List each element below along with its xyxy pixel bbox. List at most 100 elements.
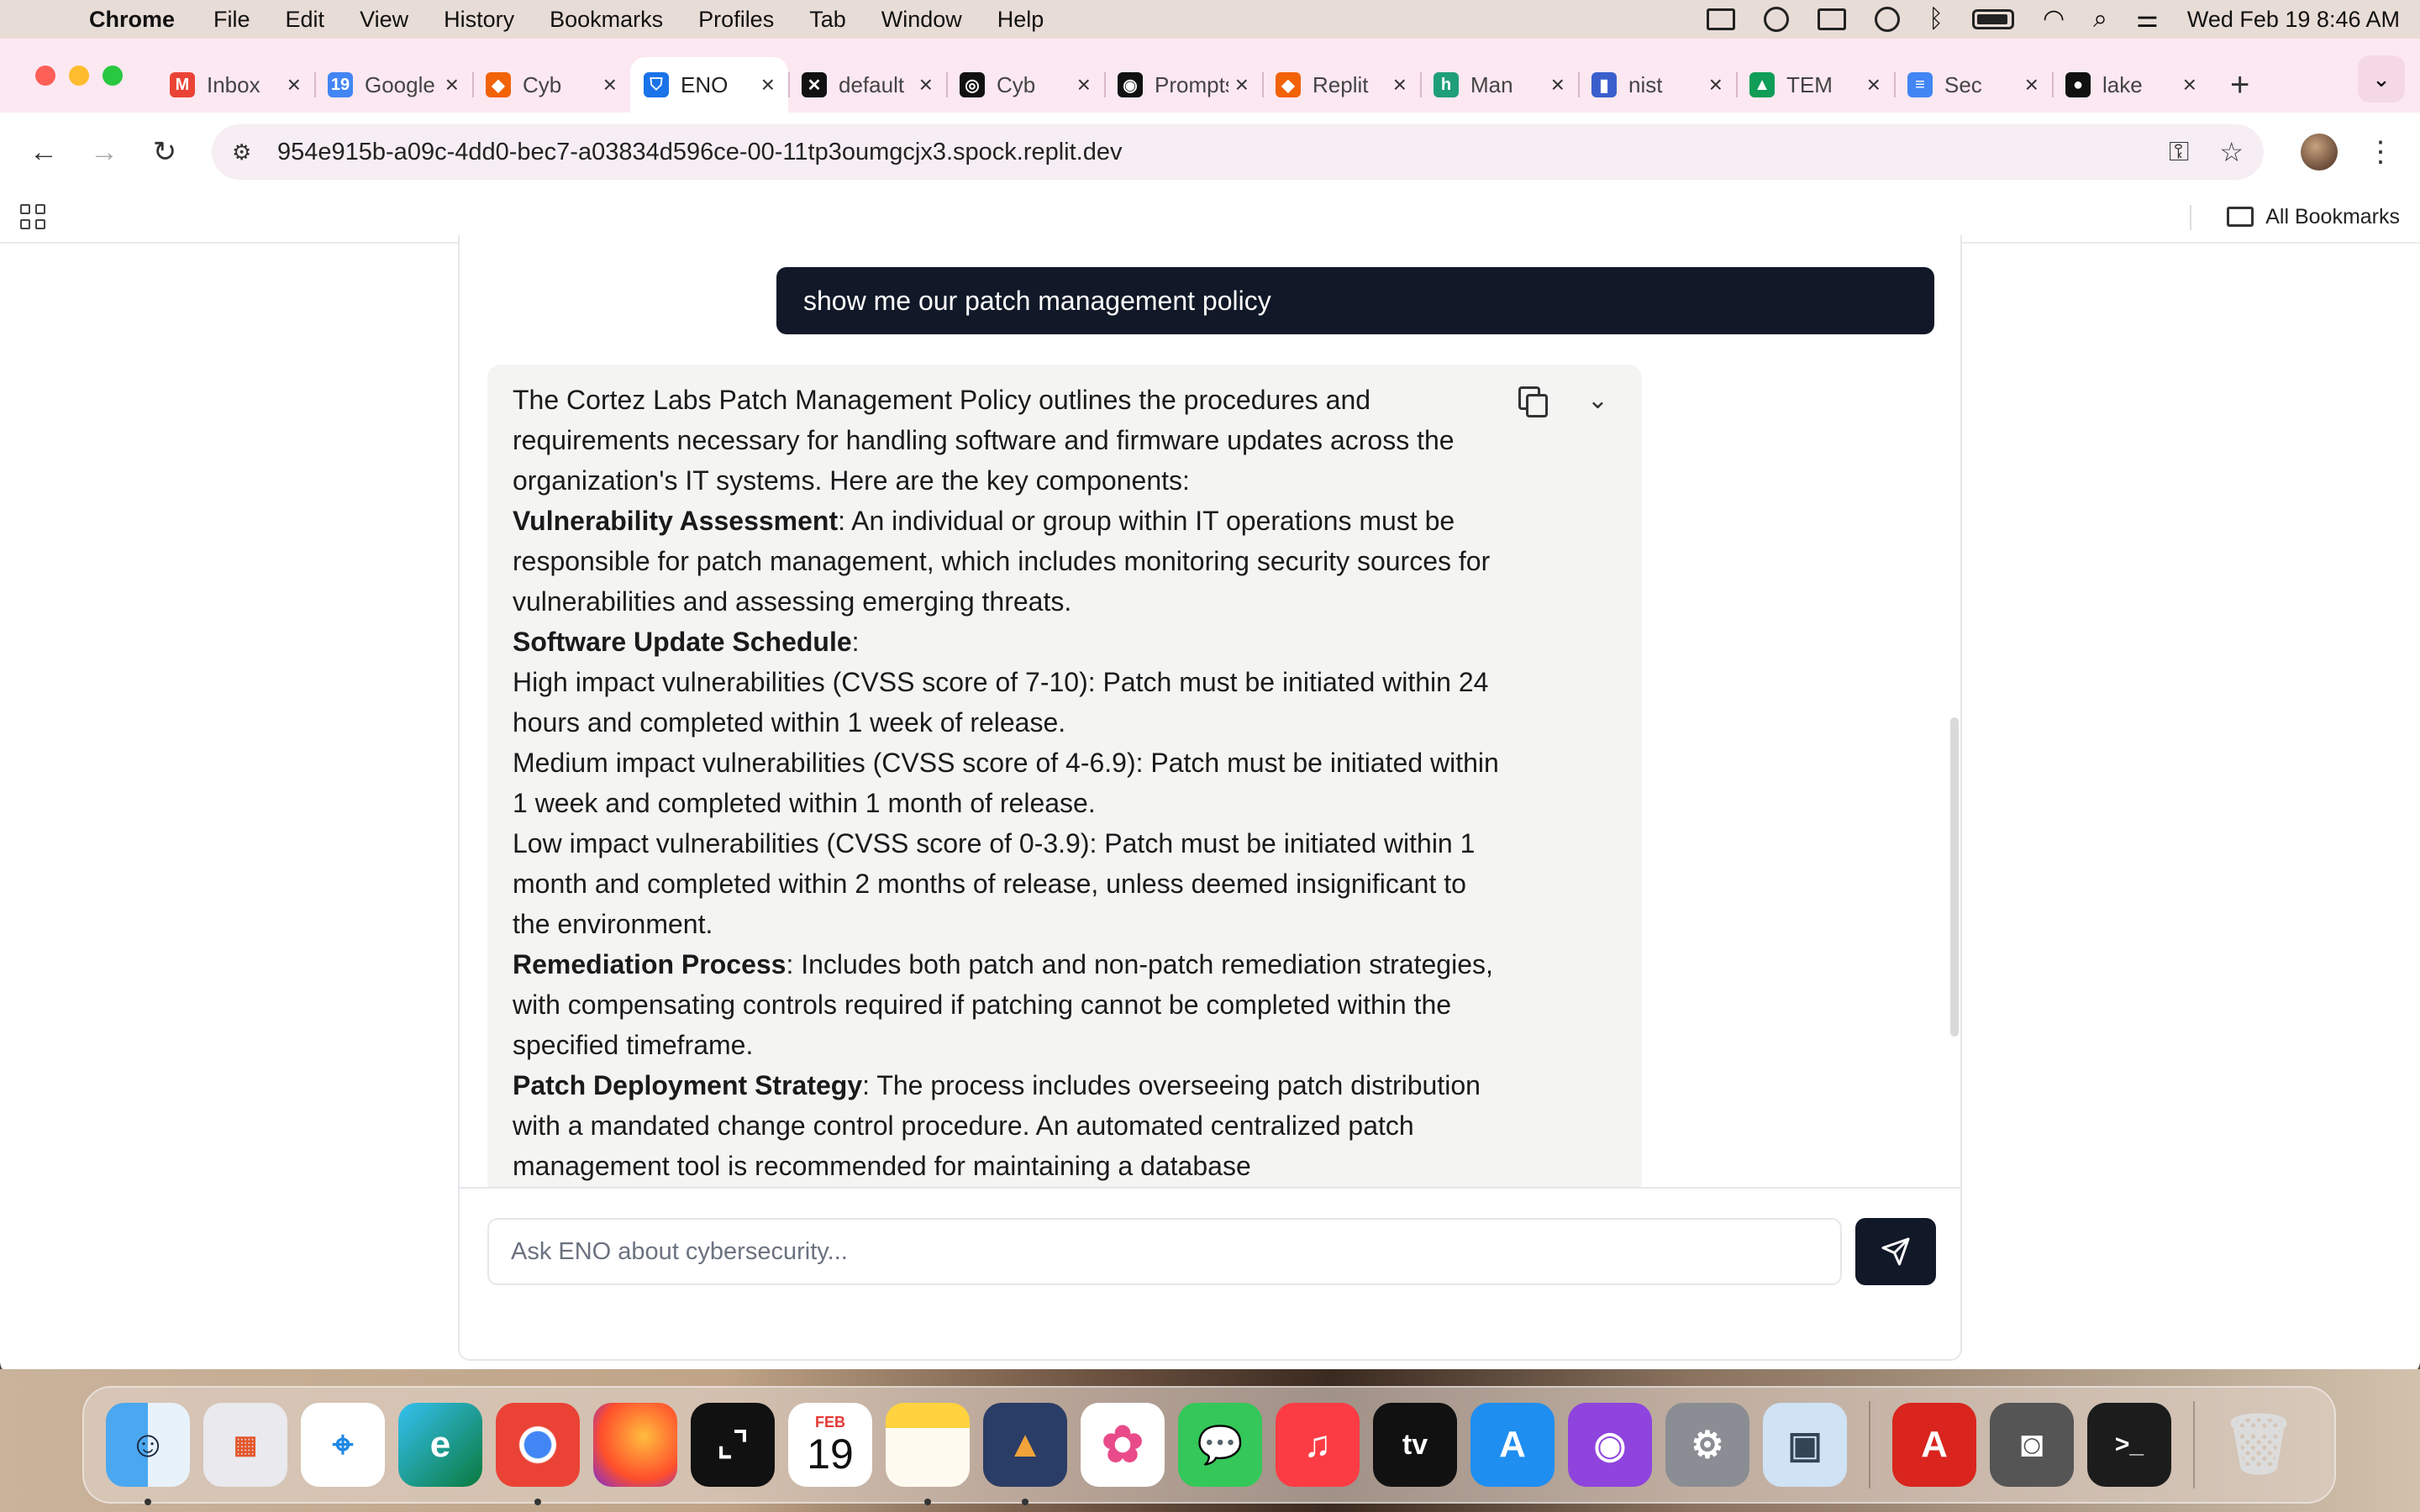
screen-mirroring-icon[interactable] — [1817, 8, 1846, 30]
accessibility-icon[interactable] — [1874, 7, 1900, 32]
browser-tab[interactable]: ⛉ ENO × — [630, 57, 788, 113]
menu-profiles[interactable]: Profiles — [698, 7, 774, 33]
tv-icon[interactable]: tv — [1373, 1403, 1457, 1487]
control-center-icon[interactable]: ⚌ — [2136, 7, 2159, 32]
tab-close-icon[interactable]: × — [603, 71, 617, 98]
tab-close-icon[interactable]: × — [1551, 71, 1565, 98]
browser-tab[interactable]: ≡ Sec × — [1894, 57, 2052, 113]
fingerprint-icon[interactable] — [1763, 7, 1789, 32]
apps-grid-icon[interactable] — [20, 204, 45, 229]
safari-icon[interactable]: ⌖ — [301, 1403, 385, 1487]
send-button[interactable] — [1855, 1218, 1936, 1285]
browser-tab[interactable]: ● lake × — [2052, 57, 2210, 113]
system-settings-icon[interactable]: ⚙ — [1665, 1403, 1749, 1487]
tab-close-icon[interactable]: × — [1235, 71, 1249, 98]
menu-history[interactable]: History — [444, 7, 514, 33]
macos-menu-bar: Chrome File Edit View History Bookmarks … — [0, 0, 2420, 39]
chrome-icon[interactable] — [496, 1403, 580, 1505]
tab-close-icon[interactable]: × — [287, 71, 301, 98]
app-store-icon[interactable]: A — [1470, 1403, 1555, 1487]
battery-icon[interactable] — [1971, 9, 2014, 29]
browser-tab[interactable]: ▲ TEM × — [1736, 57, 1894, 113]
copy-icon[interactable] — [1518, 386, 1548, 417]
tab-title: Google Calendar — [365, 71, 439, 97]
browser-tab[interactable]: ◉ Prompts × — [1104, 57, 1262, 113]
firefox-icon[interactable] — [593, 1403, 677, 1487]
menu-edit[interactable]: Edit — [286, 7, 325, 33]
low-impact-line: Low impact vulnerabilities (CVSS score o… — [513, 828, 1476, 939]
tab-close-icon[interactable]: × — [919, 71, 933, 98]
menu-bookmarks[interactable]: Bookmarks — [550, 7, 663, 33]
more-menu-icon[interactable]: ⋮ — [2366, 135, 2395, 169]
preview-icon[interactable]: ▣ — [1763, 1403, 1847, 1487]
back-button[interactable]: ← — [20, 129, 67, 176]
tab-close-icon[interactable]: × — [1709, 71, 1723, 98]
calendar-icon[interactable]: FEB 19 — [788, 1403, 872, 1487]
chevron-down-icon[interactable]: ⌄ — [1587, 386, 1608, 415]
browser-tab[interactable]: ◆ Cyb × — [472, 57, 630, 113]
spotlight-search-icon[interactable]: ⌕ — [2093, 7, 2107, 32]
photos-icon[interactable]: ✿ — [1081, 1403, 1165, 1487]
close-window-button[interactable] — [35, 66, 55, 86]
browser-tab[interactable]: M Inbox × — [156, 57, 314, 113]
menu-bar-clock[interactable]: Wed Feb 19 8:46 AM — [2187, 7, 2400, 33]
tab-search-button[interactable]: ⌄ — [2358, 55, 2405, 102]
forward-button[interactable]: → — [81, 129, 128, 176]
tailscale-icon[interactable]: ▲ — [983, 1403, 1067, 1505]
address-bar[interactable]: ⚙ 954e915b-a09c-4dd0-bec7-a03834d596ce-0… — [212, 124, 2264, 180]
edge-icon[interactable]: e — [398, 1403, 482, 1487]
browser-tab[interactable]: 19 Google Calendar× — [314, 57, 472, 113]
all-bookmarks-button[interactable]: All Bookmarks — [2227, 205, 2400, 229]
tab-close-icon[interactable]: × — [1077, 71, 1091, 98]
tab-close-icon[interactable]: × — [2025, 71, 2039, 98]
browser-tab[interactable]: h Man × — [1420, 57, 1578, 113]
display-icon[interactable] — [1706, 8, 1735, 30]
acrobat-icon[interactable]: A — [1892, 1403, 1976, 1487]
browser-tab[interactable]: ▮ nist × — [1578, 57, 1736, 113]
tab-close-icon[interactable]: × — [1867, 71, 1881, 98]
tab-close-icon[interactable]: × — [761, 71, 775, 98]
menu-help[interactable]: Help — [997, 7, 1044, 33]
tab-close-icon[interactable]: × — [1393, 71, 1407, 98]
wifi-icon[interactable]: ◠ — [2043, 7, 2065, 32]
url-text[interactable]: 954e915b-a09c-4dd0-bec7-a03834d596ce-00-… — [277, 139, 2139, 166]
image-capture-icon[interactable]: ◙ — [1990, 1403, 2074, 1487]
user-message: show me our patch management policy — [776, 267, 1934, 334]
browser-tab[interactable]: ✕ default × — [788, 57, 946, 113]
message-list[interactable]: show me our patch management policy ⌄ Th… — [460, 235, 1960, 1187]
chat-input[interactable] — [487, 1218, 1842, 1285]
screenshot-icon[interactable]: ⌞⌝ — [691, 1403, 775, 1487]
tab-title: nist — [1628, 71, 1663, 97]
tab-favicon-icon: 19 — [328, 72, 353, 97]
password-key-icon[interactable]: ⚿ — [2169, 136, 2189, 168]
minimize-window-button[interactable] — [69, 66, 89, 86]
messages-icon[interactable]: 💬 — [1178, 1403, 1262, 1487]
launchpad-icon[interactable]: ▦ — [203, 1403, 287, 1487]
music-icon[interactable]: ♫ — [1276, 1403, 1360, 1487]
podcasts-icon[interactable]: ◉ — [1568, 1403, 1652, 1487]
zoom-window-button[interactable] — [103, 66, 123, 86]
menu-app-name[interactable]: Chrome — [89, 7, 175, 33]
menu-view[interactable]: View — [360, 7, 408, 33]
profile-avatar[interactable] — [2301, 134, 2338, 171]
bookmark-star-icon[interactable]: ☆ — [2219, 136, 2244, 168]
browser-tab[interactable]: ◎ Cyb × — [946, 57, 1104, 113]
site-info-icon[interactable]: ⚙ — [232, 139, 266, 165]
section-body: : — [851, 627, 860, 657]
tab-close-icon[interactable]: × — [445, 71, 459, 98]
reload-button[interactable]: ↻ — [141, 129, 188, 176]
menu-file[interactable]: File — [213, 7, 250, 33]
new-tab-button[interactable]: + — [2230, 66, 2249, 104]
high-impact-line: High impact vulnerabilities (CVSS score … — [513, 667, 1489, 738]
menu-tab[interactable]: Tab — [809, 7, 846, 33]
send-icon — [1881, 1237, 1910, 1266]
browser-tab[interactable]: ◆ Replit × — [1262, 57, 1420, 113]
bluetooth-icon[interactable]: ᛒ — [1928, 7, 1944, 32]
notes-icon[interactable] — [886, 1403, 970, 1505]
terminal-icon[interactable]: >_ — [2087, 1403, 2171, 1487]
trash-icon[interactable]: 🗑 — [2217, 1403, 2301, 1487]
finder-icon[interactable]: ☺ — [106, 1403, 190, 1505]
tab-close-icon[interactable]: × — [2183, 71, 2196, 98]
menu-window[interactable]: Window — [881, 7, 962, 33]
scrollbar-thumb[interactable] — [1950, 717, 1959, 1037]
